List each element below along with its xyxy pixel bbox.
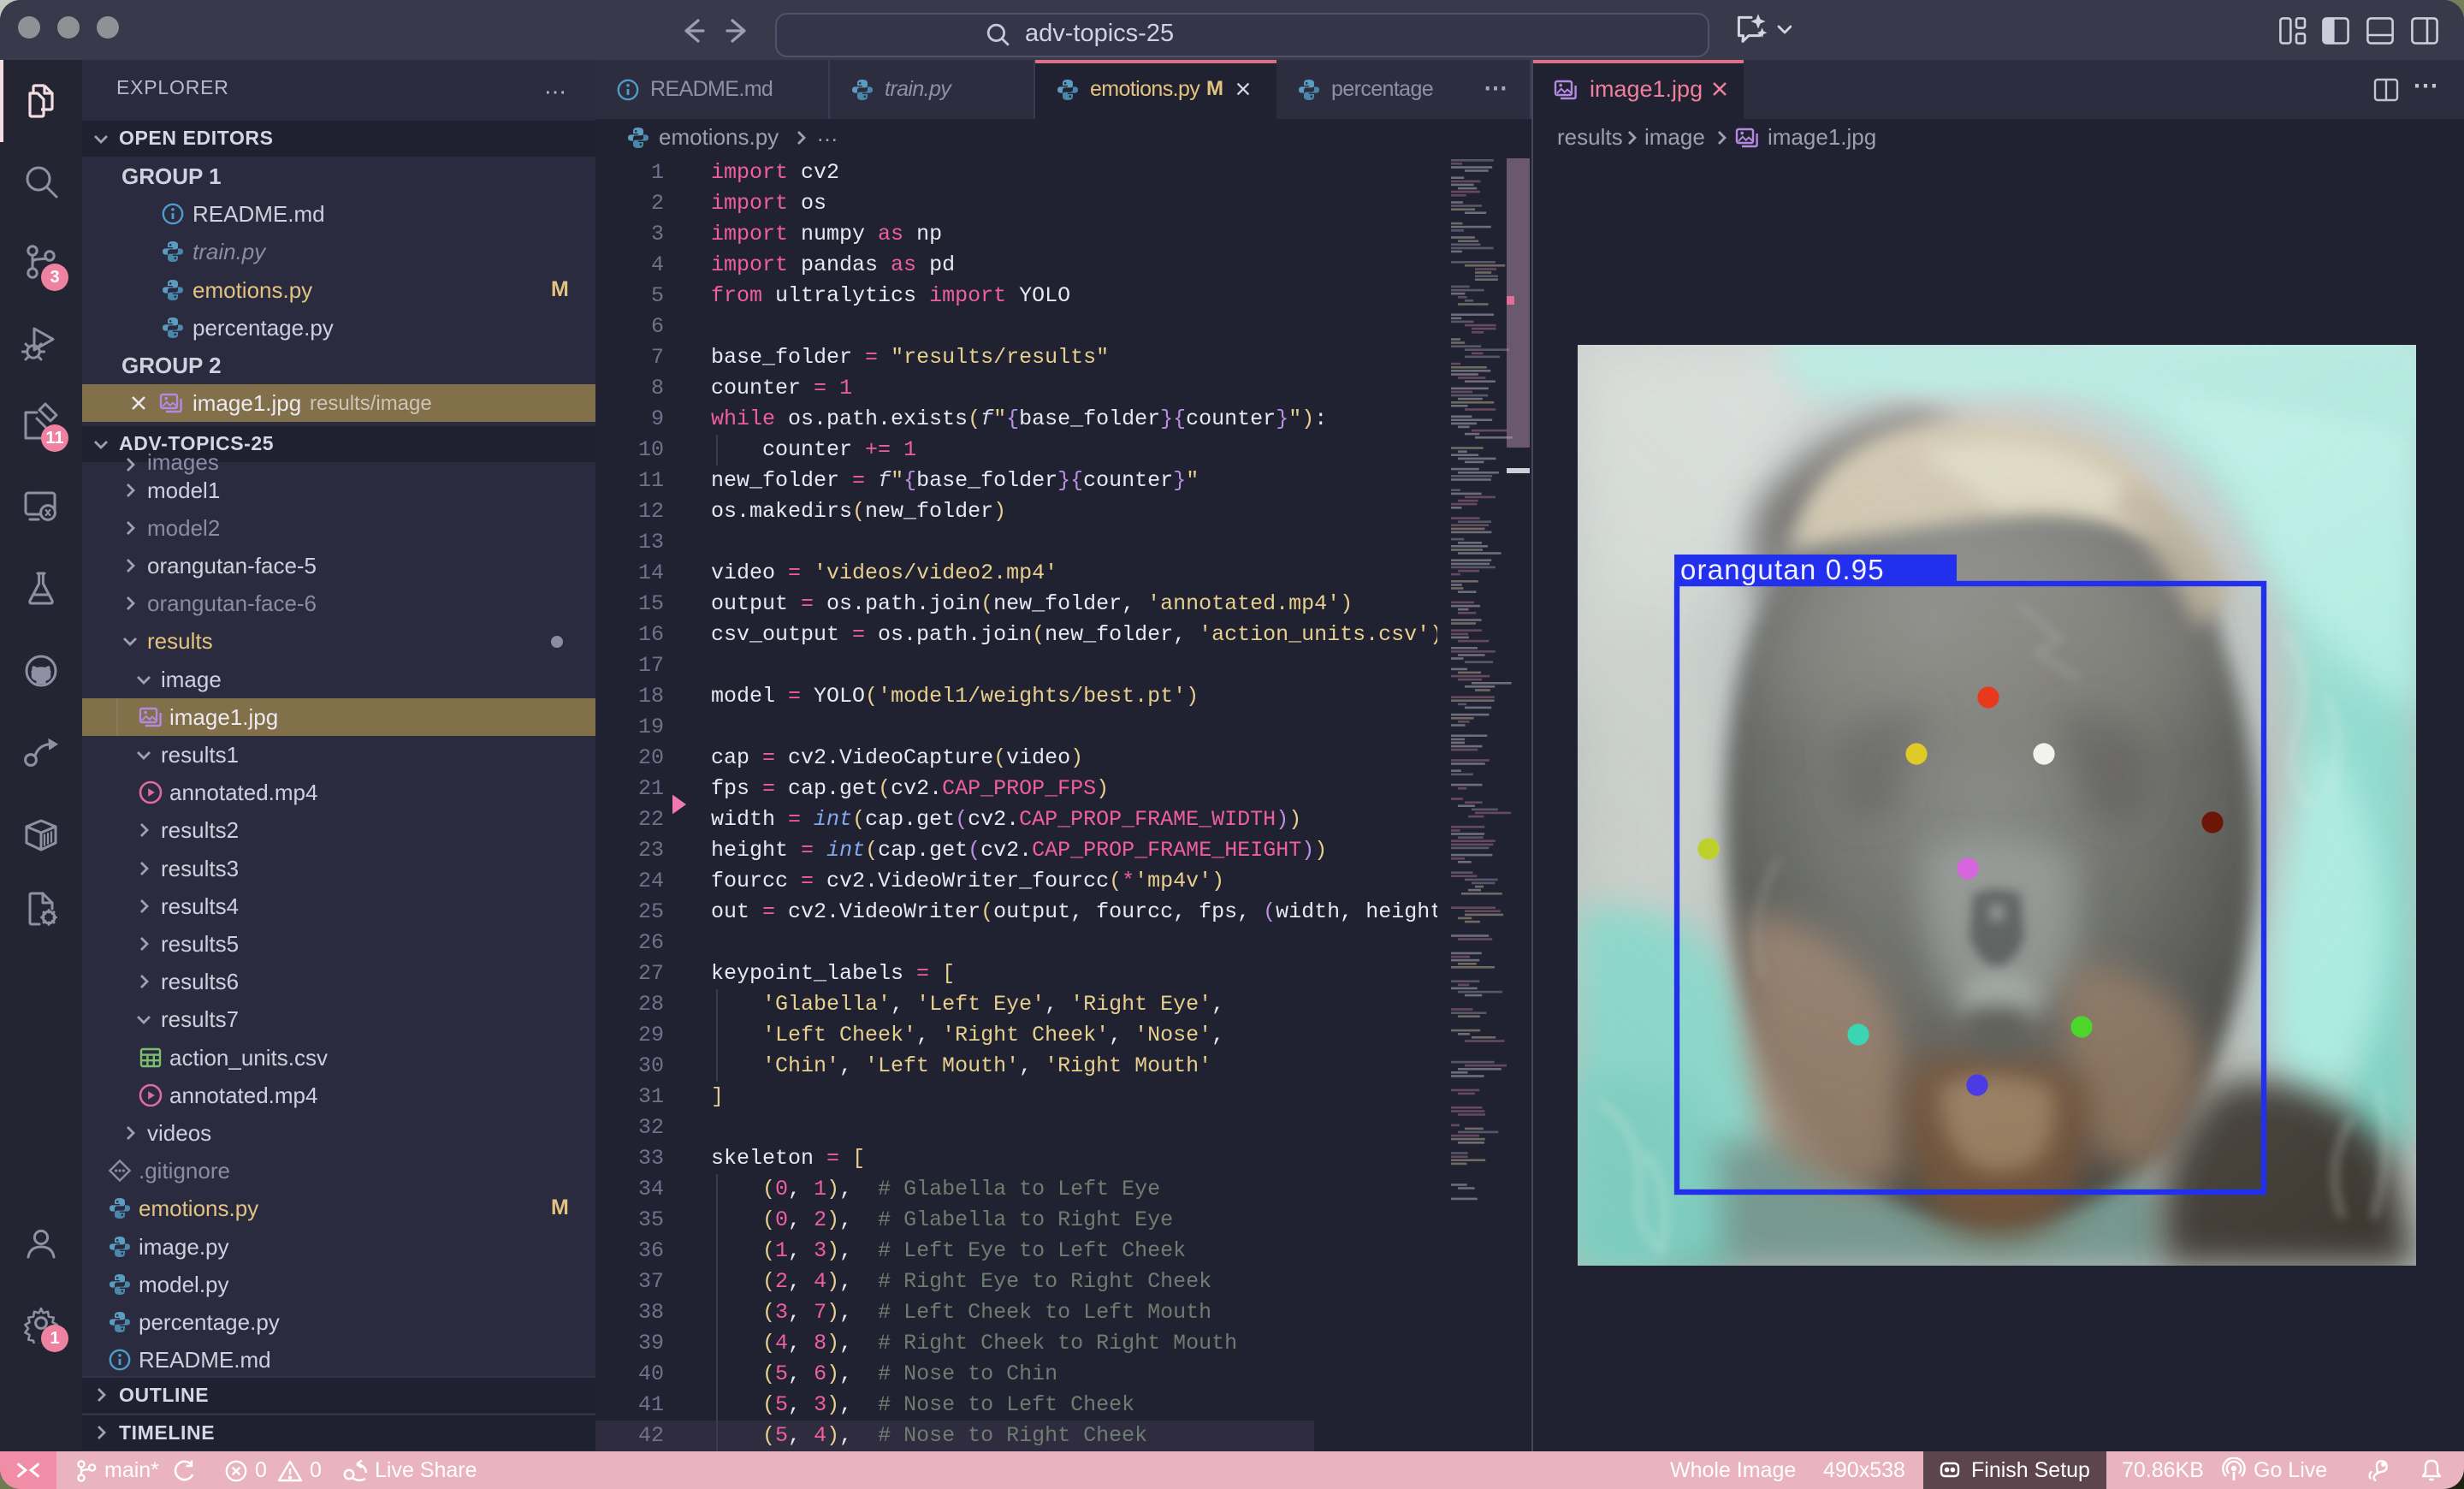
- svg-text:orangutan 0.95: orangutan 0.95: [1680, 554, 1885, 585]
